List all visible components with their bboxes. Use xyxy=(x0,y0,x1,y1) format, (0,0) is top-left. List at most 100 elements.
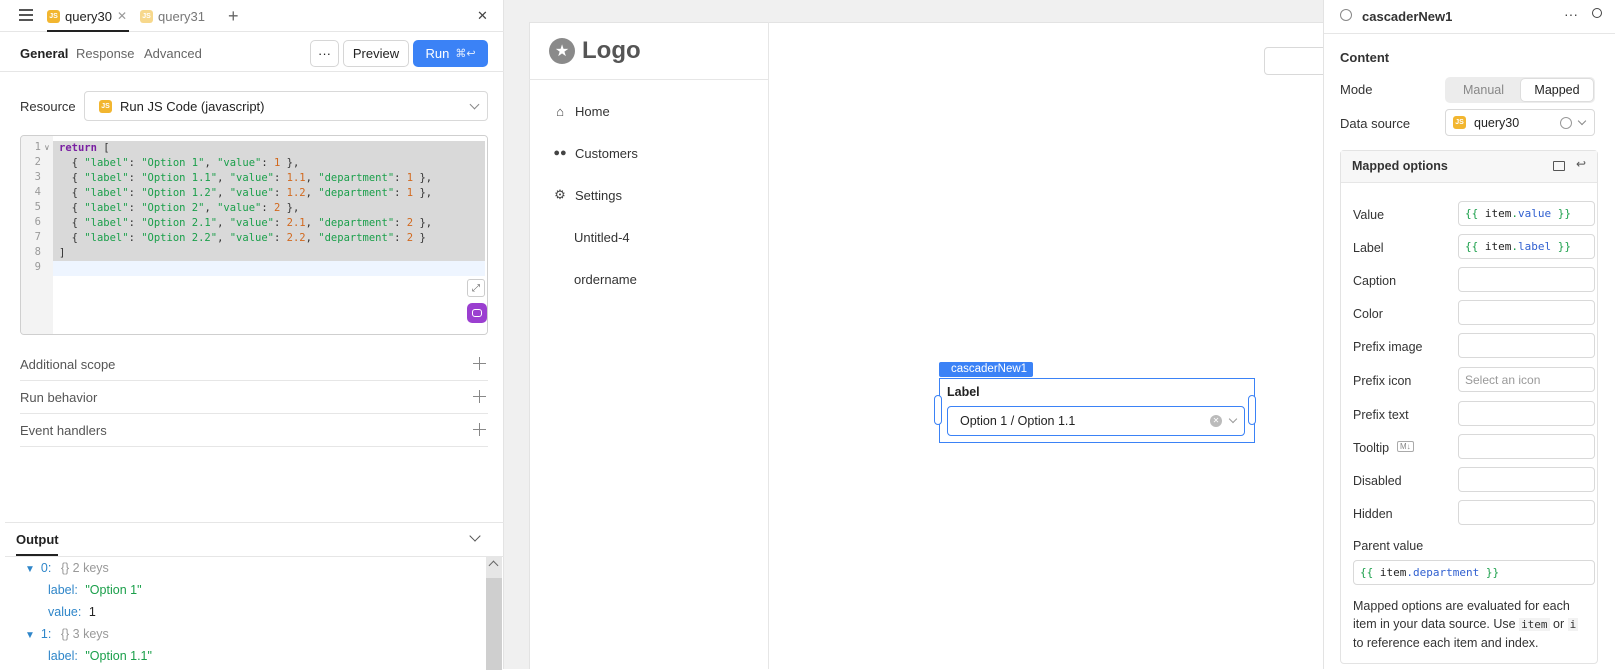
additional-scope-section[interactable]: Additional scope xyxy=(20,348,488,381)
plus-icon[interactable] xyxy=(473,423,486,436)
current-line xyxy=(53,261,485,276)
query-panel: JS query30 ✕ JS query31 + ✕ General Resp… xyxy=(0,0,504,670)
mapped-field-prefix-image[interactable] xyxy=(1458,333,1595,358)
check-circle-icon xyxy=(1340,9,1352,21)
datasource-label: Data source xyxy=(1340,116,1411,131)
datasource-select[interactable]: JS query30 xyxy=(1445,109,1595,136)
close-panel-icon[interactable]: ✕ xyxy=(477,8,488,24)
mapped-field-tooltip[interactable] xyxy=(1458,434,1595,459)
parent-value-label: Parent value xyxy=(1353,539,1424,553)
output-node[interactable]: ▼ 0: {} 2 keys xyxy=(25,561,109,575)
mapped-field-label: Prefix icon xyxy=(1353,374,1412,388)
more-icon[interactable]: ··· xyxy=(1564,6,1578,22)
mapped-field-label: Color xyxy=(1353,307,1383,321)
preview-button[interactable]: Preview xyxy=(343,40,409,67)
event-handlers-section[interactable]: Event handlers xyxy=(20,414,488,447)
resource-select[interactable]: JS Run JS Code (javascript) xyxy=(84,91,488,121)
plus-icon[interactable] xyxy=(473,390,486,403)
clear-icon[interactable]: ✕ xyxy=(1210,415,1222,427)
mapped-field-label: Prefix image xyxy=(1353,340,1423,354)
mode-mapped[interactable]: Mapped xyxy=(1521,79,1593,101)
mapped-field-prefix-text[interactable] xyxy=(1458,401,1595,426)
logo-text: Logo xyxy=(582,37,641,64)
menu-icon[interactable] xyxy=(19,9,33,21)
expand-editor-icon[interactable]: ⤢ xyxy=(467,279,485,297)
query-tabbar: JS query30 ✕ JS query31 + ✕ xyxy=(0,0,504,32)
js-icon: JS xyxy=(99,99,112,113)
datasource-value: query30 xyxy=(1474,115,1520,130)
logo: ★ Logo xyxy=(549,37,641,65)
expand-triangle-icon: ▼ xyxy=(25,564,35,575)
nav-label: ordername xyxy=(574,271,637,287)
chevron-down-icon[interactable] xyxy=(469,530,481,542)
cascader-input[interactable]: Option 1 / Option 1.1 ✕ xyxy=(947,406,1245,436)
chevron-down-icon[interactable] xyxy=(1228,414,1238,424)
mode-label: Mode xyxy=(1340,82,1373,97)
nav-item-ordername[interactable]: ordername xyxy=(574,269,637,289)
tab-response[interactable]: Response xyxy=(76,46,135,61)
run-label: Run xyxy=(425,46,450,61)
tab-advanced[interactable]: Advanced xyxy=(144,46,202,61)
parent-value-template: {{ item.department }} xyxy=(1360,566,1500,579)
code-editor[interactable]: 1 ∨ 2 3 4 5 6 7 8 9 return [ { "label": "… xyxy=(20,135,488,335)
mapped-field-color[interactable] xyxy=(1458,300,1595,325)
ai-assistant-icon[interactable] xyxy=(467,303,487,323)
plus-icon[interactable] xyxy=(473,357,486,370)
resource-value: Run JS Code (javascript) xyxy=(120,98,265,114)
component-tag[interactable]: cascaderNew1 xyxy=(939,362,1034,377)
section-label: Run behavior xyxy=(20,389,98,405)
tab-query31[interactable]: JS query31 xyxy=(140,0,205,32)
line-gutter: 1 ∨ 2 3 4 5 6 7 8 9 xyxy=(21,136,53,334)
code-area[interactable]: return [ { "label": "Option 1", "value":… xyxy=(53,136,487,334)
target-icon[interactable] xyxy=(1560,117,1572,129)
output-node[interactable]: ▼ 1: {} 3 keys xyxy=(25,627,109,641)
tab-label: query31 xyxy=(158,8,205,24)
close-icon[interactable]: ✕ xyxy=(117,9,127,23)
js-icon: JS xyxy=(1453,116,1466,129)
book-icon[interactable] xyxy=(1553,161,1565,171)
inspector-title[interactable]: cascaderNew1 xyxy=(1362,9,1452,24)
mapped-field-prefix-icon[interactable]: Select an icon xyxy=(1458,367,1595,392)
mapped-field-label[interactable]: {{ item.label }} xyxy=(1458,234,1595,259)
section-label: Event handlers xyxy=(20,422,107,438)
run-behavior-section[interactable]: Run behavior xyxy=(20,381,488,414)
code-line: { "label": "Option 2.2", "value": 2.2, "… xyxy=(59,232,426,244)
tab-query30[interactable]: JS query30 ✕ xyxy=(47,0,127,32)
mapped-field-caption[interactable] xyxy=(1458,267,1595,292)
chevron-down-icon xyxy=(469,99,480,110)
cascader-component[interactable]: Label Option 1 / Option 1.1 ✕ xyxy=(934,378,1256,443)
output-title[interactable]: Output xyxy=(16,532,59,547)
star-icon: ★ xyxy=(549,38,575,64)
run-button[interactable]: Run ⌘↩ xyxy=(413,40,488,67)
mapped-field-label: Label xyxy=(1353,241,1384,255)
search-icon[interactable] xyxy=(1592,8,1602,18)
code-line: ] xyxy=(59,247,66,259)
fold-icon[interactable]: ∨ xyxy=(44,143,50,152)
cascader-label: Label xyxy=(947,385,980,399)
output-entry: label: "Option 1" xyxy=(48,583,142,597)
mapped-field-hidden[interactable] xyxy=(1458,500,1595,525)
more-button[interactable]: ··· xyxy=(310,40,339,67)
nav-item-home[interactable]: ⌂ Home xyxy=(553,101,610,121)
output-entry: label: "Option 1.1" xyxy=(48,649,152,663)
resize-handle-left[interactable] xyxy=(934,395,942,425)
tab-general[interactable]: General xyxy=(20,46,68,61)
section-label: Additional scope xyxy=(20,356,116,372)
home-icon: ⌂ xyxy=(556,103,564,119)
help-text: Mapped options are evaluated for each it… xyxy=(1353,599,1579,650)
nav-label: Untitled-4 xyxy=(574,229,630,245)
mapped-field-disabled[interactable] xyxy=(1458,467,1595,492)
nav-item-settings[interactable]: ⚙ Settings xyxy=(553,185,622,205)
resize-handle-right[interactable] xyxy=(1248,395,1256,425)
output-scrollbar[interactable] xyxy=(486,556,502,670)
mapped-field-label: Value xyxy=(1353,208,1385,222)
mapped-field-value[interactable]: {{ item.value }} xyxy=(1458,201,1595,226)
mode-manual[interactable]: Manual xyxy=(1447,79,1520,101)
parent-value-field[interactable]: {{ item.department }} xyxy=(1353,560,1595,585)
add-tab-icon[interactable]: + xyxy=(228,6,239,27)
nav-item-untitled-4[interactable]: Untitled-4 xyxy=(574,227,630,247)
return-icon[interactable]: ↩ xyxy=(1576,157,1586,171)
mapped-field-label: Caption xyxy=(1353,274,1397,288)
nav-item-customers[interactable]: ●● Customers xyxy=(553,143,638,163)
tab-label: query30 xyxy=(65,8,112,24)
